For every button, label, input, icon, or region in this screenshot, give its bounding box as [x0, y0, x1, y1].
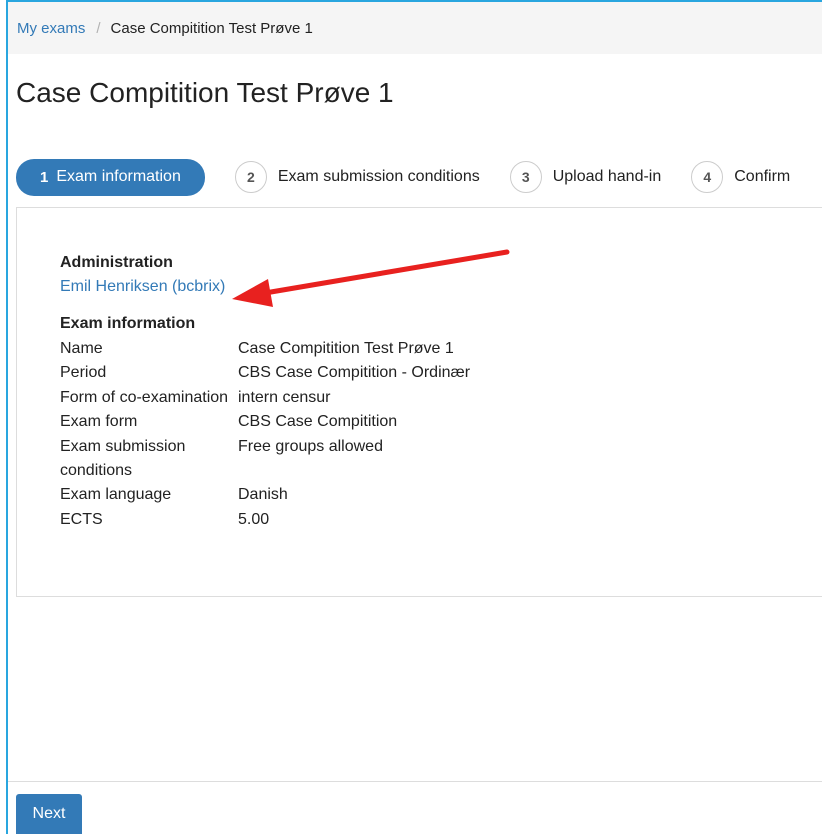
info-label: Exam form [60, 413, 138, 431]
step-number: 1 [40, 168, 49, 186]
info-value: Free groups allowed [238, 437, 383, 455]
footer-divider [8, 781, 822, 782]
step-label: Exam information [56, 168, 181, 185]
info-value: CBS Case Compitition - Ordinær [238, 364, 471, 382]
info-value: intern censur [238, 388, 331, 406]
breadcrumb-separator: / [96, 19, 101, 37]
info-row-name: Name Case Compitition Test Prøve 1 [60, 337, 470, 361]
breadcrumb: My exams / Case Compitition Test Prøve 1 [8, 2, 822, 54]
step-number: 4 [691, 161, 724, 193]
step-number: 3 [509, 161, 542, 193]
info-row-period: Period CBS Case Compitition - Ordinær [60, 361, 470, 385]
info-row-exam-language: Exam language Danish [60, 483, 470, 507]
administration-heading: Administration [60, 254, 173, 271]
info-row-co-examination: Form of co-examination intern censur [60, 386, 470, 410]
info-value: Case Compitition Test Prøve 1 [238, 340, 454, 357]
info-label: Exam language [60, 486, 172, 504]
info-label: Exam submission conditions [60, 437, 186, 480]
info-label: Period [60, 364, 107, 382]
step-label: Upload hand-in [552, 168, 662, 185]
step-number: 2 [234, 161, 267, 193]
exam-info-panel: Administration Emil Henriksen (bcbrix) E… [16, 207, 822, 597]
frame-left-border [6, 0, 8, 834]
next-button[interactable]: Next [16, 794, 82, 834]
administration-contact-link[interactable]: Emil Henriksen (bcbrix) [60, 278, 225, 296]
step-exam-submission-conditions[interactable]: 2 Exam submission conditions [234, 159, 480, 195]
info-value: 5.00 [238, 510, 270, 528]
page-title: Case Compitition Test Prøve 1 [16, 77, 394, 108]
info-label: Form of co-examination [60, 388, 229, 406]
step-upload-hand-in[interactable]: 3 Upload hand-in [509, 159, 662, 195]
info-value: Danish [238, 486, 288, 504]
wizard-steps: 1 Exam information 2 Exam submission con… [16, 158, 822, 196]
info-row-exam-form: Exam form CBS Case Compitition [60, 410, 470, 434]
info-label: ECTS [60, 510, 103, 528]
info-row-ects: ECTS 5.00 [60, 508, 470, 532]
exam-wizard-page: My exams / Case Compitition Test Prøve 1… [0, 0, 822, 834]
step-confirm[interactable]: 4 Confirm [691, 159, 790, 195]
info-row-submission-conditions: Exam submission conditions Free groups a… [60, 435, 470, 484]
step-exam-information[interactable]: 1 Exam information [16, 158, 205, 196]
breadcrumb-my-exams-link[interactable]: My exams [17, 20, 85, 37]
exam-information-table: Name Case Compitition Test Prøve 1 Perio… [60, 337, 470, 532]
breadcrumb-current: Case Compitition Test Prøve 1 [110, 19, 313, 37]
step-label: Exam submission conditions [277, 168, 480, 185]
info-value: CBS Case Compitition [238, 413, 398, 431]
info-label: Name [60, 340, 103, 357]
exam-information-heading: Exam information [60, 315, 196, 332]
step-label: Confirm [734, 168, 791, 185]
